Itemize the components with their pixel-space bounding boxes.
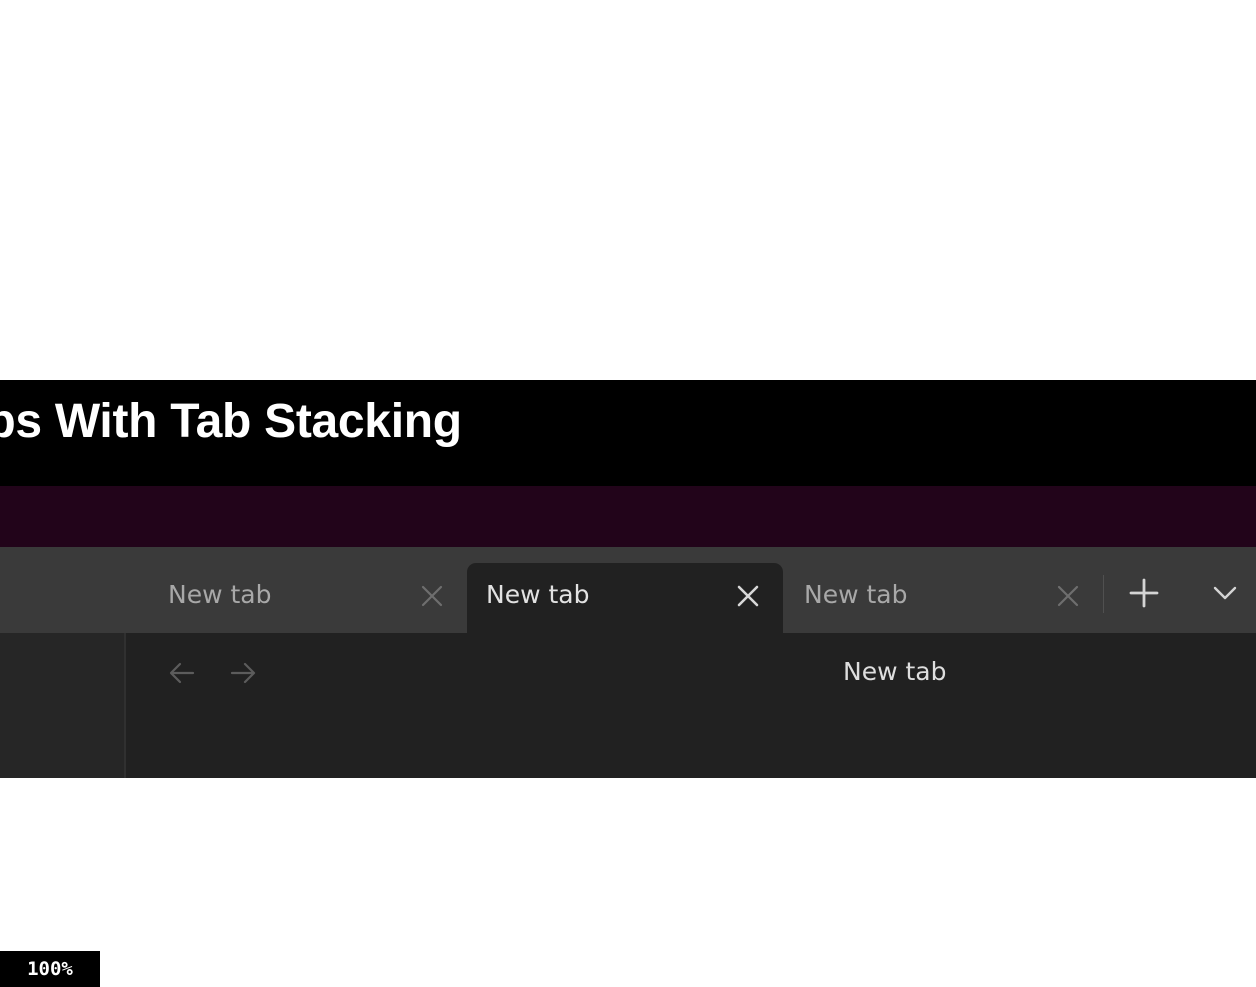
- tab-label: New tab: [168, 580, 272, 609]
- tab-strip: New tab New tab New tab: [0, 547, 1256, 633]
- slide-title-bar: abs With Tab Stacking: [0, 380, 1256, 486]
- tab-3[interactable]: New tab: [785, 563, 1101, 633]
- plus-icon[interactable]: [1128, 577, 1160, 609]
- chevron-down-icon[interactable]: [1211, 581, 1239, 605]
- tab-1[interactable]: New tab: [150, 563, 466, 633]
- tab-content-area: New tab: [0, 633, 1256, 778]
- close-icon[interactable]: [735, 583, 761, 609]
- slide-title: abs With Tab Stacking: [0, 395, 462, 448]
- page-title: New tab: [843, 657, 947, 686]
- close-icon[interactable]: [1055, 583, 1081, 609]
- stage: abs With Tab Stacking New tab New tab Ne…: [0, 0, 1256, 987]
- tab-label: New tab: [486, 580, 590, 609]
- tab-label: New tab: [804, 580, 908, 609]
- arrow-right-icon[interactable]: [227, 657, 259, 689]
- tab-divider: [1103, 575, 1104, 613]
- sidebar: [0, 633, 126, 778]
- close-icon[interactable]: [419, 583, 445, 609]
- arrow-left-icon[interactable]: [166, 657, 198, 689]
- window-titlebar: [0, 486, 1256, 547]
- zoom-level-badge: 100%: [0, 951, 100, 987]
- tab-2-active[interactable]: New tab: [467, 563, 783, 633]
